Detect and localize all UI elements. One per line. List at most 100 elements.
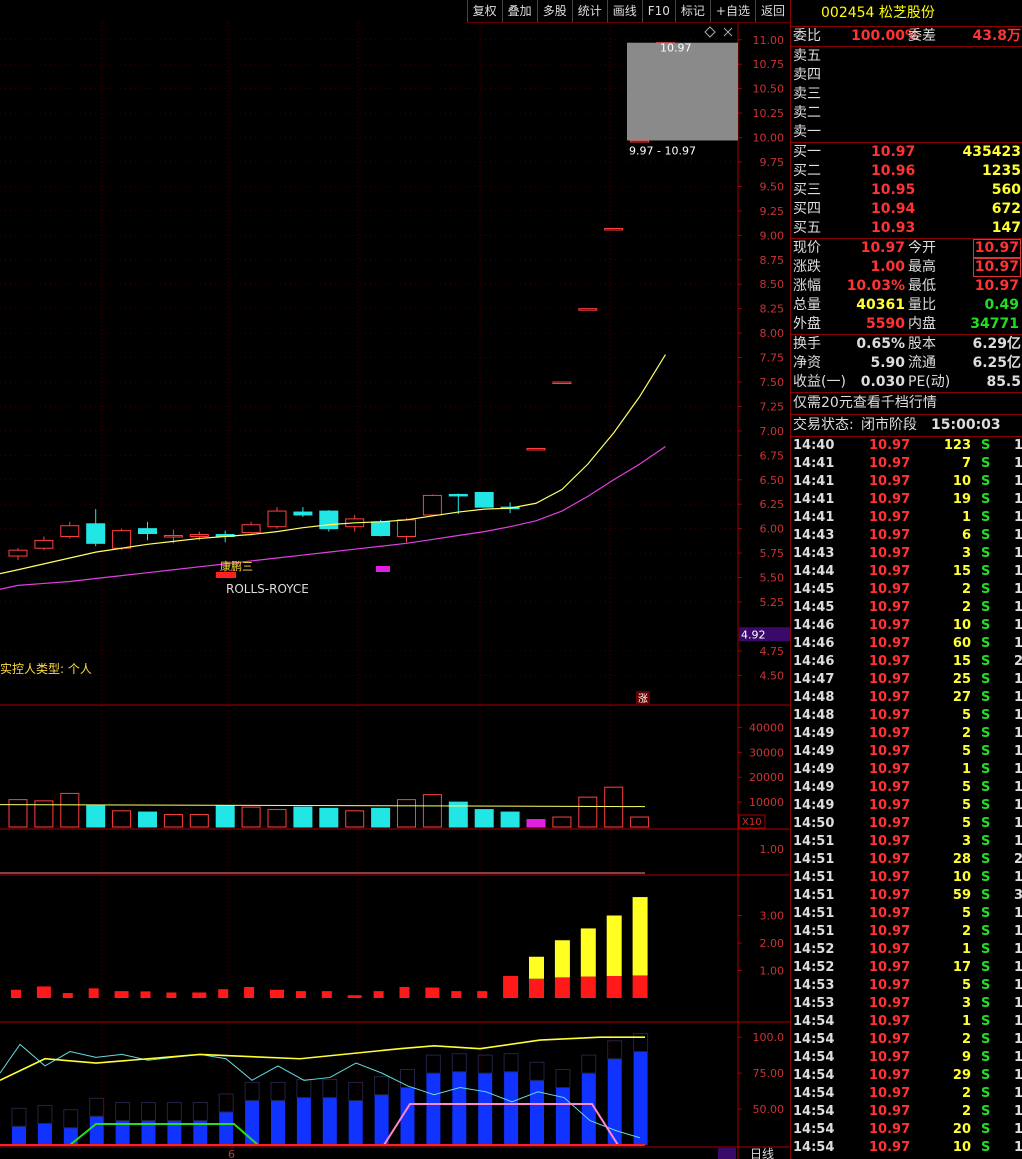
tick-row: 14:54 10.97 10 S 1 (791, 1139, 1022, 1157)
tick-side: S (981, 546, 991, 561)
tick-time: 14:41 (793, 492, 835, 507)
tick-time: 14:54 (793, 1014, 835, 1029)
quote-label: 涨幅 (793, 278, 821, 294)
tick-row: 14:51 10.97 3S 1 (791, 833, 1022, 851)
tick-volume: 15 (952, 654, 971, 669)
tick-volume: 5 (961, 708, 971, 723)
tick-side: S (981, 564, 991, 579)
tick-count: 1 (1014, 1031, 1022, 1049)
tick-time: 14:49 (793, 780, 835, 795)
tick-side: S (981, 888, 991, 903)
tick-row: 14:52 10.97 17 S 1 (791, 959, 1022, 977)
asks-row: 卖二 (791, 104, 1022, 123)
period-label: 日线 (750, 1147, 774, 1159)
tick-time: 14:54 (793, 1032, 835, 1047)
tick-count: 1 (1014, 455, 1022, 473)
toolbar-button-0[interactable]: 复权 (466, 0, 502, 22)
tick-row: 14:5410.971S1 (791, 1013, 1022, 1031)
trade-status-value: 闭市阶段 (861, 417, 917, 433)
promo-banner[interactable]: 仅需20元查看千档行情 (791, 393, 1022, 415)
volume-bar (189, 814, 209, 828)
tick-side: S (981, 708, 991, 723)
tick-count: 1 (1014, 905, 1022, 923)
tick-count: 1 (1014, 779, 1022, 797)
volume-bar (500, 811, 520, 828)
tick-time: 14:54 (793, 1086, 835, 1101)
tick-side: S (981, 672, 991, 687)
tick-count: 1 (1014, 1067, 1022, 1085)
quote-value-2: 0.49 (984, 297, 1019, 313)
toolbar-button-3[interactable]: 统计 (571, 0, 607, 22)
toolbar-button-1[interactable]: 叠加 (501, 0, 537, 22)
annotation-text: ROLLS-ROYCE (226, 582, 309, 596)
toolbar-button-5[interactable]: F10 (641, 0, 675, 22)
candle-body (293, 511, 313, 516)
toolbar-button-2[interactable]: 多股 (536, 0, 572, 22)
commission-ratio-label: 委比 (793, 28, 821, 44)
price-tick-label: 6.25 (760, 498, 785, 511)
quote-row: 涨幅 10.03% 最低 10.97 (791, 277, 1022, 296)
macd-red-bar (503, 976, 519, 998)
tick-price: 10.97 (869, 1032, 911, 1047)
quote-value: 1.00 (870, 259, 905, 275)
tick-time: 14:48 (793, 708, 835, 723)
level-volume: 1235 (982, 163, 1021, 179)
candle-body (552, 381, 572, 384)
tick-row: 14:54 10.97 2S 1 (791, 1031, 1022, 1049)
tick-price: 10.97 (869, 690, 911, 705)
tick-list[interactable]: 14:4010.97123S114:4110.977S114:4110.9710… (791, 437, 1022, 1157)
toolbar-button-4[interactable]: 画线 (606, 0, 642, 22)
macd-tick-label: 1.00 (760, 965, 785, 978)
toolbar-button-7[interactable]: +自选 (709, 0, 755, 22)
tick-price: 10.97 (869, 1104, 911, 1119)
tick-side: S (981, 834, 991, 849)
quote-row: 外盘 5590 内盘 34771 (791, 315, 1022, 334)
tick-time: 14:52 (793, 942, 835, 957)
macd-red-bar (477, 991, 488, 998)
tick-side: S (981, 438, 991, 453)
tick-price: 10.97 (869, 438, 911, 453)
toolbar-button-8[interactable]: 返回 (754, 0, 790, 22)
tick-volume: 1 (961, 1014, 971, 1029)
tick-side: S (981, 744, 991, 759)
volume-bar (215, 805, 235, 828)
tick-row: 14:53 10.97 5S 1 (791, 977, 1022, 995)
macd-red-bar (218, 989, 229, 998)
volume-bar (604, 786, 624, 828)
tick-count: 1 (1014, 1121, 1022, 1139)
macd-red-bar (373, 991, 384, 998)
tick-count: 2 (1014, 653, 1022, 671)
price-tick-label: 10.00 (753, 132, 785, 145)
tick-side: S (981, 798, 991, 813)
kline-chart[interactable]: 10.97 9.97 - 10.97 康鹏三 ROLLS-ROYCE 实控人类型: 个人… (0, 0, 790, 1159)
macd-yellow-bar (632, 897, 648, 976)
tick-side: S (981, 1122, 991, 1137)
volume-bar (526, 819, 546, 828)
scroll-marker[interactable] (718, 1148, 736, 1159)
tick-price: 10.97 (869, 546, 911, 561)
tick-price: 10.97 (869, 960, 911, 975)
quote-label-2: 量比 (908, 297, 936, 313)
tick-time: 14:53 (793, 978, 835, 993)
tick-row: 14:48 10.97 5S 1 (791, 707, 1022, 725)
tick-side: S (981, 510, 991, 525)
tick-side: S (981, 978, 991, 993)
macd-red-bar (425, 987, 440, 998)
candle-body (422, 494, 442, 516)
toolbar-button-6[interactable]: 标记 (674, 0, 710, 22)
tick-row: 14:54 10.97 2S 1 (791, 1085, 1022, 1103)
fund-label: 收益(一) (793, 374, 846, 390)
tick-count: 1 (1014, 491, 1022, 509)
promo-text[interactable]: 仅需20元查看千档行情 (793, 393, 937, 414)
tick-count: 1 (1014, 527, 1022, 545)
level-volume: 560 (991, 182, 1021, 198)
tick-side: S (981, 870, 991, 885)
macd-red-bar (114, 991, 129, 998)
tick-time: 14:51 (793, 924, 835, 939)
tick-time: 14:51 (793, 852, 835, 867)
tick-count: 1 (1014, 1013, 1022, 1031)
kdj-column (296, 1097, 311, 1145)
kdj-column (581, 1073, 596, 1145)
tick-volume: 2 (961, 1104, 971, 1119)
tick-row: 14:50 10.97 5S 1 (791, 815, 1022, 833)
